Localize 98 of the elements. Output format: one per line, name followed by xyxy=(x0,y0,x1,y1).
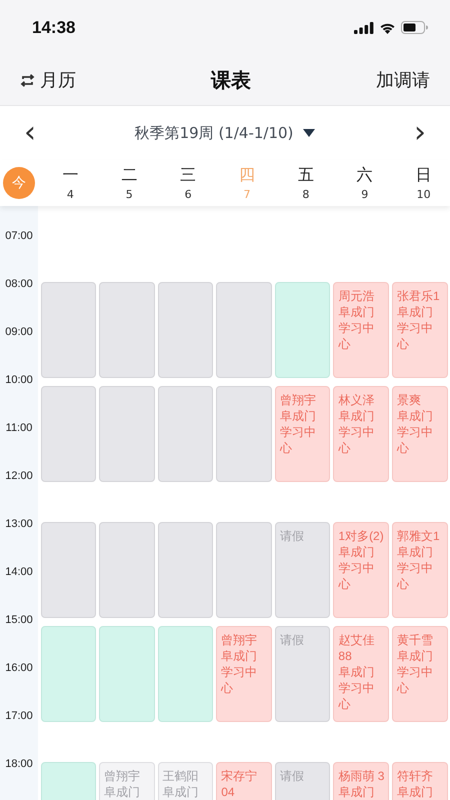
student-name: 周元浩 xyxy=(338,288,376,304)
battery-icon xyxy=(401,21,428,34)
calendar-button[interactable]: 月历 xyxy=(20,68,76,92)
student-name: 林义泽 xyxy=(338,392,376,408)
lesson-card[interactable]: 周元浩 阜成门学习中心 xyxy=(333,282,389,378)
time-label: 14:00 xyxy=(5,566,33,578)
empty-slot[interactable] xyxy=(99,522,155,618)
student-name: 请假 xyxy=(280,768,305,784)
student-name: 曾翔宇 xyxy=(280,392,317,408)
free-slot[interactable] xyxy=(40,626,96,722)
previous-week-button[interactable]: ‹ xyxy=(20,118,40,148)
student-name: 宋存宁04 xyxy=(221,768,258,800)
lesson-card[interactable]: 曾翔宇 阜成门学习中心 xyxy=(274,386,330,482)
time-label: 18:00 xyxy=(5,758,33,770)
location-text: 阜成门学习中心 xyxy=(338,304,376,352)
time-label: 11:00 xyxy=(6,422,32,434)
lesson-card[interactable]: 郭雅文1 阜成门学习中心 xyxy=(392,522,448,618)
student-name: 曾翔宇 xyxy=(221,632,258,648)
day-tab[interactable]: 六 9 xyxy=(332,160,392,206)
location-text: 阜成门 xyxy=(338,784,376,800)
day-tab[interactable]: 四 7 xyxy=(214,160,274,206)
dropdown-icon xyxy=(303,129,316,137)
day-tab[interactable]: 日 10 xyxy=(391,160,450,206)
time-label: 07:00 xyxy=(5,230,33,242)
student-name: 符轩齐 xyxy=(396,768,434,784)
time-label: 13:00 xyxy=(5,518,33,530)
swap-icon xyxy=(20,74,35,86)
request-button[interactable]: 加调请 xyxy=(376,68,430,92)
empty-slot[interactable] xyxy=(99,386,155,482)
day-tab[interactable]: 五 8 xyxy=(273,160,332,206)
wifi-icon xyxy=(379,22,396,34)
location-text: 阜成门 xyxy=(162,784,200,800)
student-name: 赵艾佳88 xyxy=(338,632,376,664)
student-name: 1对多(2) xyxy=(338,528,385,544)
lesson-card[interactable]: 林义泽 阜成门学习中心 xyxy=(333,386,389,482)
time-label: 16:00 xyxy=(5,662,33,674)
location-text: 阜成门学习中心 xyxy=(221,648,258,696)
lesson-card[interactable]: 张君乐1 阜成门学习中心 xyxy=(392,282,448,378)
location-text: 阜成门学习中心 xyxy=(396,648,434,696)
empty-slot[interactable] xyxy=(40,386,96,482)
time-label: 15:00 xyxy=(5,614,33,626)
free-slot[interactable] xyxy=(274,282,330,378)
empty-slot[interactable] xyxy=(216,282,272,378)
day-tab[interactable]: 三 6 xyxy=(156,160,215,206)
status-time: 14:38 xyxy=(32,18,76,38)
signal-icon xyxy=(354,22,374,34)
student-name: 曾翔宇 xyxy=(104,768,142,784)
student-name: 杨雨萌 3 xyxy=(338,768,385,784)
location-text: 阜成门学习中心 xyxy=(338,544,376,592)
student-name: 王鹤阳 xyxy=(162,768,200,784)
location-text: 阜成门学习中心 xyxy=(338,408,376,456)
lesson-card[interactable]: 符轩齐 阜成门 xyxy=(392,762,448,800)
time-label: 10:00 xyxy=(5,374,33,386)
day-tab[interactable]: 二 5 xyxy=(96,160,156,206)
student-name: 张君乐1 xyxy=(396,288,441,304)
lesson-card[interactable]: 曾翔宇 阜成门学习中心 xyxy=(216,626,272,722)
location-text: 阜成门学习中心 xyxy=(396,544,434,592)
time-label: 12:00 xyxy=(5,470,33,482)
lesson-card[interactable]: 宋存宁04 xyxy=(216,762,272,800)
empty-slot[interactable] xyxy=(216,522,272,618)
leave-card[interactable]: 请假 xyxy=(274,762,330,800)
leave-card[interactable]: 请假 xyxy=(274,522,330,618)
time-label: 17:00 xyxy=(5,710,33,722)
leave-card[interactable]: 请假 xyxy=(274,626,330,722)
next-week-button[interactable]: › xyxy=(410,118,430,148)
student-name: 景爽 xyxy=(396,392,422,408)
lesson-card[interactable]: 杨雨萌 3 阜成门 xyxy=(333,762,389,800)
empty-slot[interactable] xyxy=(158,282,214,378)
student-name: 请假 xyxy=(280,528,305,544)
time-label: 09:00 xyxy=(5,326,33,338)
empty-slot[interactable] xyxy=(99,282,155,378)
lesson-card[interactable]: 黄千雪 阜成门学习中心 xyxy=(392,626,448,722)
page-title: 课表 xyxy=(211,66,251,94)
empty-slot[interactable] xyxy=(216,386,272,482)
empty-slot[interactable] xyxy=(158,522,214,618)
location-text: 阜成门 xyxy=(104,784,142,800)
lesson-card[interactable]: 景爽 阜成门学习中心 xyxy=(392,386,448,482)
student-name: 黄千雪 xyxy=(396,632,434,648)
week-selector[interactable]: 秋季第19周 (1/4-1/10) xyxy=(134,124,316,142)
free-slot[interactable] xyxy=(158,626,214,722)
time-label: 08:00 xyxy=(5,278,33,290)
empty-slot[interactable] xyxy=(40,282,96,378)
today-button[interactable]: 今 xyxy=(3,167,35,199)
location-text: 阜成门学习中心 xyxy=(280,408,317,456)
student-name: 请假 xyxy=(280,632,305,648)
location-text: 阜成门学习中心 xyxy=(396,408,434,456)
free-slot[interactable] xyxy=(99,626,155,722)
lesson-card[interactable]: 赵艾佳88 阜成门学习中心 xyxy=(333,626,389,722)
lesson-card[interactable]: 1对多(2) 阜成门学习中心 xyxy=(333,522,389,618)
location-text: 阜成门 xyxy=(396,784,434,800)
empty-slot[interactable] xyxy=(40,522,96,618)
lesson-card[interactable]: 王鹤阳 阜成门 xyxy=(158,762,214,800)
lesson-card[interactable]: 曾翔宇 阜成门 xyxy=(99,762,155,800)
location-text: 阜成门学习中心 xyxy=(396,304,434,352)
student-name: 郭雅文1 xyxy=(396,528,441,544)
location-text: 阜成门学习中心 xyxy=(338,664,376,712)
empty-slot[interactable] xyxy=(158,386,214,482)
day-tab[interactable]: 一 4 xyxy=(38,160,97,206)
